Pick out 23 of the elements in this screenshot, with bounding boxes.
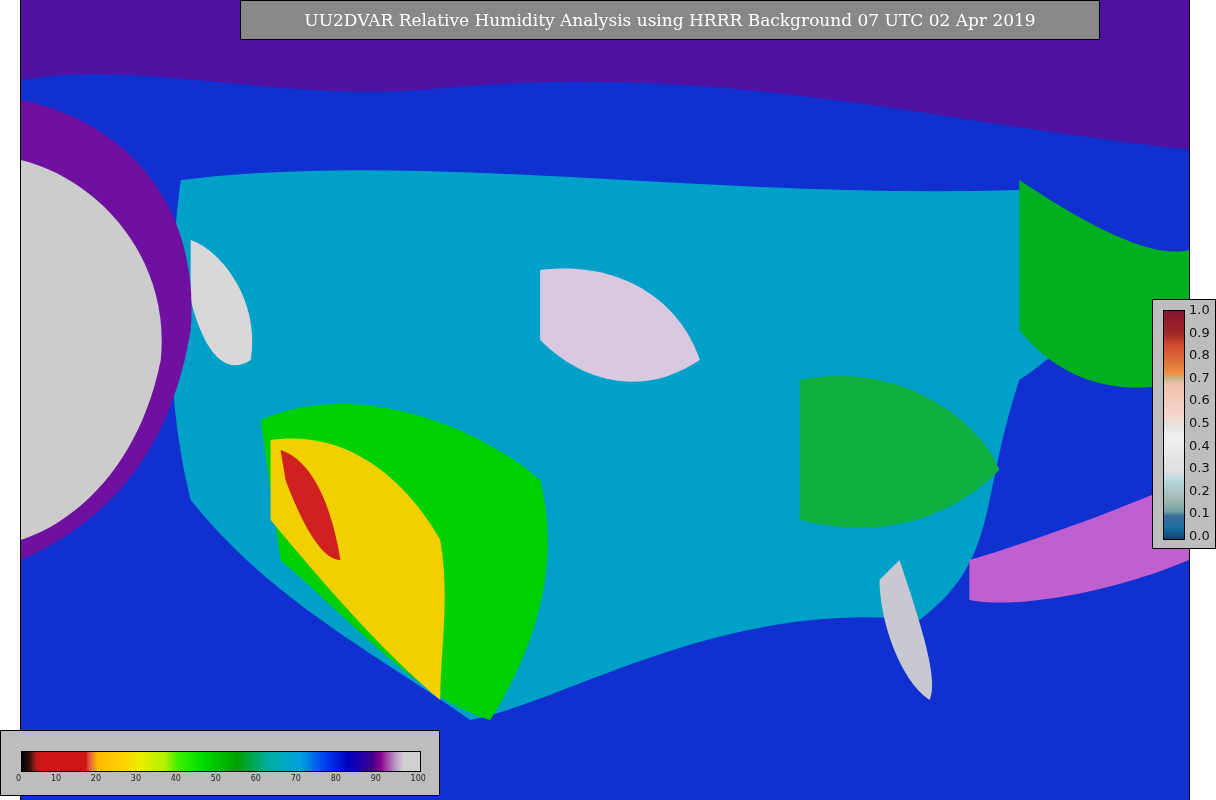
colorbar-tick-label: 0.5 [1189, 415, 1210, 430]
colorbar-tick-label: 0.7 [1189, 370, 1210, 385]
colorbar-tick-label: 0.9 [1189, 325, 1210, 340]
colorbar-tick-label: 0.4 [1189, 438, 1210, 453]
colorbar-tick-label: 1.0 [1189, 303, 1210, 317]
colorbar-tick-label: 0.0 [1189, 528, 1210, 543]
colorbar-tick-label: 10 [50, 774, 62, 783]
colorbar-tick-label: 90 [370, 774, 381, 783]
colorbar-tick-label: 40 [170, 774, 181, 783]
colorbar-tick-label: 50 [210, 774, 221, 783]
colorbar-tick-label: 0.2 [1189, 483, 1210, 498]
colorbar-tick-label: 60 [250, 774, 261, 783]
chart-title: UU2DVAR Relative Humidity Analysis using HRRR Background 07 UTC 02 Apr 2019 [240, 0, 1100, 40]
colorbar-tick-label: 0.6 [1189, 393, 1210, 408]
colorbar-tick-label: 30 [130, 774, 141, 783]
colorbar-tick-label: 100 [410, 774, 426, 783]
colorbar-tick-label: 0.3 [1189, 461, 1210, 476]
colorbar-tick-label: 0 [16, 774, 22, 783]
colorbar-tick-label: 80 [330, 774, 341, 783]
colorbar-tick-label: 70 [290, 774, 301, 783]
colorbar-tick-label: 0.1 [1189, 506, 1210, 521]
colorbar-tick-label: 20 [90, 774, 102, 783]
colorbar-tick-label: 0.8 [1189, 348, 1210, 363]
